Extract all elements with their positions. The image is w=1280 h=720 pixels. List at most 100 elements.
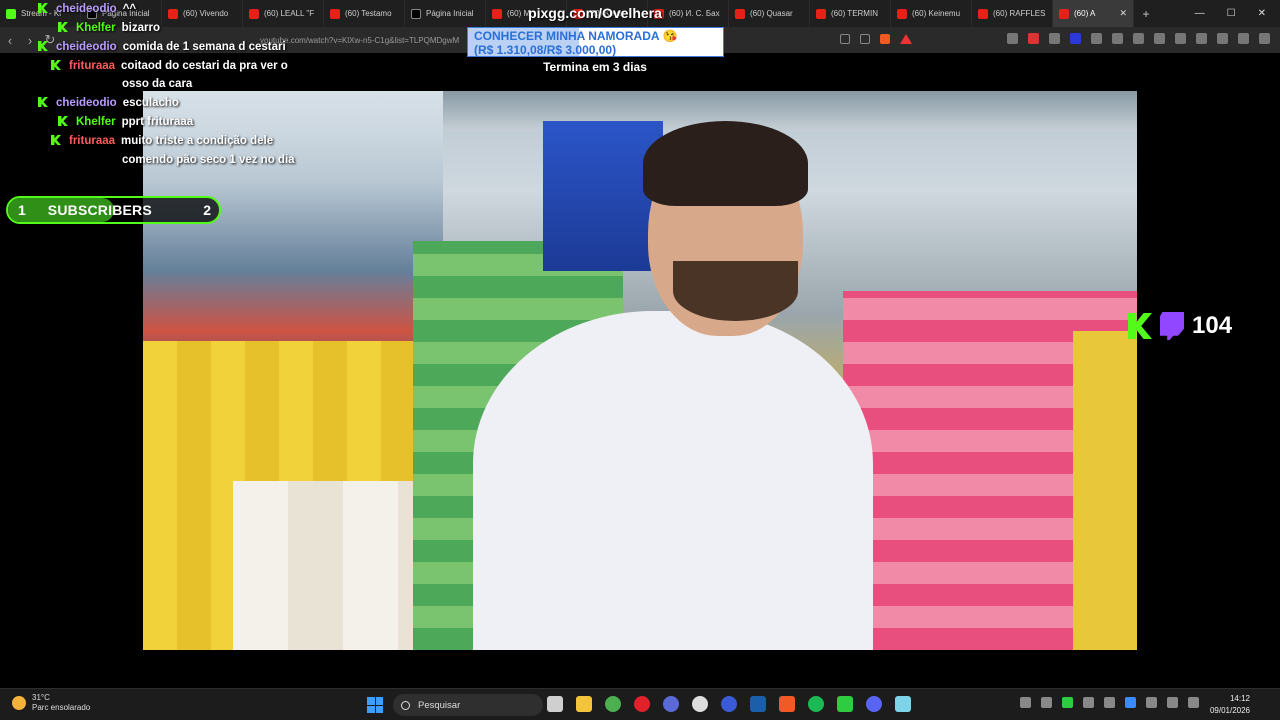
chat-username[interactable]: cheideodio	[56, 41, 117, 53]
pix-url: pixgg.com/Ovelhera	[528, 5, 662, 21]
donation-goal-title: CONHECER MINHA NAMORADA 😘	[474, 29, 678, 43]
chrome-icon[interactable]	[605, 696, 621, 712]
music-icon[interactable]	[1154, 33, 1165, 44]
tab-label: (60) LEALL "F	[264, 9, 315, 18]
viewer-count: 104	[1192, 312, 1233, 339]
person-shirt	[473, 311, 873, 650]
network-icon[interactable]	[1167, 697, 1178, 708]
browser-tab[interactable]: (60) Keinemu	[891, 0, 972, 27]
browser-tab[interactable]: (60) Vivendo	[162, 0, 243, 27]
browser-tab[interactable]: (60) Quasar	[729, 0, 810, 27]
browser-tab[interactable]: (60) LEALL "F	[243, 0, 324, 27]
brave-rewards-icon[interactable]	[900, 34, 912, 44]
x-icon	[411, 8, 421, 19]
search-icon	[401, 700, 410, 710]
back-icon[interactable]: ‹	[0, 33, 20, 48]
sidebar-icon[interactable]	[1175, 33, 1186, 44]
menu-icon[interactable]	[1259, 33, 1270, 44]
chat-message: frituraaa muito triste a condição dele	[51, 132, 273, 151]
bluetooth-icon[interactable]	[1125, 697, 1136, 708]
extension-icon[interactable]	[1070, 33, 1081, 44]
kick-badge-icon	[38, 41, 48, 51]
youtube-icon	[249, 8, 259, 19]
minimize-icon[interactable]: —	[1195, 8, 1205, 19]
spotify-icon[interactable]	[808, 696, 824, 712]
cast-icon[interactable]	[840, 34, 850, 44]
browser-tab[interactable]: (60) RAFFLES	[972, 0, 1053, 27]
chat-text: osso da cara	[122, 78, 193, 90]
volume-icon[interactable]	[1188, 697, 1199, 708]
kick-badge-icon	[51, 60, 61, 70]
forward-icon[interactable]: ›	[20, 33, 40, 48]
extensions-puzzle-icon[interactable]	[1112, 33, 1123, 44]
youtube-icon	[978, 8, 988, 19]
wallet-icon[interactable]	[1196, 33, 1207, 44]
leo-icon[interactable]	[1217, 33, 1228, 44]
extension-icon[interactable]	[1028, 33, 1039, 44]
chat-username[interactable]: Khelfer	[76, 22, 116, 34]
chat-username[interactable]: frituraaa	[69, 135, 115, 147]
twitch-icon	[1160, 312, 1184, 340]
notepad-icon[interactable]	[895, 696, 911, 712]
video-player[interactable]	[143, 91, 1137, 650]
browser-tab[interactable]: (60) A ✕	[1053, 0, 1134, 27]
tray-app-icon[interactable]	[1083, 697, 1094, 708]
brave-icon[interactable]	[779, 696, 795, 712]
clock-time: 14:12	[1229, 694, 1250, 703]
vpn-icon[interactable]	[1238, 33, 1249, 44]
brave-shield-icon[interactable]	[880, 34, 890, 44]
close-tab-icon[interactable]: ✕	[1119, 8, 1127, 19]
app-icon[interactable]	[837, 696, 853, 712]
extension-icons	[1007, 33, 1270, 44]
browser-tab[interactable]: (60) TERMIN	[810, 0, 891, 27]
microphone-icon[interactable]	[1146, 697, 1157, 708]
maximize-icon[interactable]: ☐	[1227, 8, 1236, 19]
start-button[interactable]	[367, 697, 383, 713]
browser-tab[interactable]: (60) Testamo	[324, 0, 405, 27]
screenshot-icon[interactable]	[1133, 33, 1144, 44]
system-tray	[1020, 697, 1199, 708]
chat-username[interactable]: frituraaa	[69, 60, 115, 72]
app-icon[interactable]	[663, 696, 679, 712]
kick-badge-icon	[58, 116, 68, 126]
extension-icon[interactable]	[1091, 33, 1102, 44]
chevron-up-icon[interactable]	[1020, 697, 1031, 708]
taskbar-search[interactable]: Pesquisar	[393, 694, 543, 716]
person	[453, 111, 873, 650]
chat-text: muito triste a condição dele	[121, 135, 274, 147]
chat-username[interactable]: Khelfer	[76, 116, 116, 128]
app-icon[interactable]	[721, 696, 737, 712]
chat-username[interactable]: cheideodio	[56, 97, 117, 109]
opera-icon[interactable]	[634, 696, 650, 712]
tab-label: (60) Keinemu	[912, 9, 961, 18]
tab-label: (60) Testamo	[345, 9, 392, 18]
close-window-icon[interactable]: ✕	[1258, 8, 1266, 19]
tray-app-icon[interactable]	[1041, 697, 1052, 708]
chat-message: frituraaa coitaod do cestari da pra ver o	[51, 57, 288, 76]
tray-app-icon[interactable]	[1104, 697, 1115, 708]
chat-text: esculacho	[122, 97, 179, 109]
chat-message: comendo pão seco 1 vez no dia	[122, 151, 295, 170]
steam-icon[interactable]	[750, 696, 766, 712]
extension-icon[interactable]	[1007, 33, 1018, 44]
chat-text: coitaod do cestari da pra ver o	[121, 60, 288, 72]
youtube-icon	[735, 8, 745, 19]
extension-icon[interactable]	[1049, 33, 1060, 44]
tab-label: (60) Quasar	[750, 9, 793, 18]
file-explorer-icon[interactable]	[576, 696, 592, 712]
windows-logo-icon	[375, 705, 383, 713]
tab-label: Página Inicial	[426, 9, 474, 18]
chat-username[interactable]: cheideodio	[56, 3, 117, 15]
github-icon[interactable]	[692, 696, 708, 712]
tray-app-icon[interactable]	[1062, 697, 1073, 708]
clock[interactable]: 14:12 09/01/2026	[1210, 693, 1250, 717]
weather-widget[interactable]: 31°C Parc ensolarado	[12, 693, 90, 713]
weather-text: 31°C Parc ensolarado	[32, 693, 90, 713]
new-tab-button[interactable]: +	[1134, 7, 1158, 21]
discord-icon[interactable]	[866, 696, 882, 712]
url-field[interactable]: youtube.com/watch?v=KlXw-n5-C1g&list=TLP…	[260, 36, 490, 45]
share-icon[interactable]	[860, 34, 870, 44]
chat-message: Khelfer bizarro	[58, 19, 160, 38]
youtube-icon	[897, 8, 907, 19]
task-view-icon[interactable]	[547, 696, 563, 712]
